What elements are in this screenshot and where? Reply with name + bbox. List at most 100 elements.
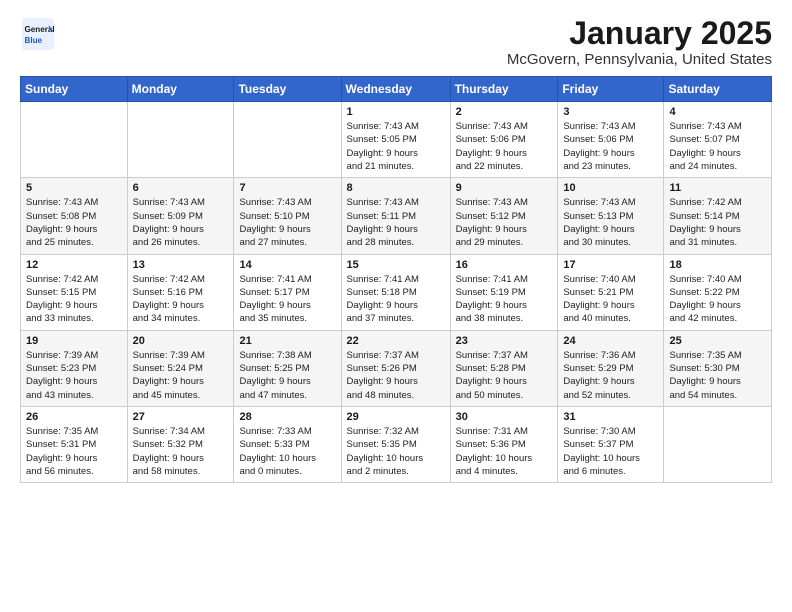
day-number: 23 — [456, 335, 553, 347]
header-cell-thursday: Thursday — [450, 77, 558, 102]
header: General Blue January 2025 McGovern, Penn… — [20, 16, 772, 68]
calendar-cell: 26 Sunrise: 7:35 AM Sunset: 5:31 PM Dayli… — [21, 406, 128, 482]
day-info: Sunrise: 7:37 AM Sunset: 5:26 PM Dayligh… — [347, 349, 445, 402]
day-info: Sunrise: 7:43 AM Sunset: 5:08 PM Dayligh… — [26, 196, 122, 249]
calendar-cell — [664, 406, 772, 482]
day-number: 8 — [347, 182, 445, 194]
calendar-cell: 28 Sunrise: 7:33 AM Sunset: 5:33 PM Dayli… — [234, 406, 341, 482]
day-info: Sunrise: 7:39 AM Sunset: 5:24 PM Dayligh… — [133, 349, 229, 402]
calendar-cell: 19 Sunrise: 7:39 AM Sunset: 5:23 PM Dayli… — [21, 330, 128, 406]
calendar-cell: 6Sunrise: 7:43 AM Sunset: 5:09 PM Daylig… — [127, 178, 234, 254]
day-info: Sunrise: 7:35 AM Sunset: 5:30 PM Dayligh… — [669, 349, 766, 402]
day-info: Sunrise: 7:43 AM Sunset: 5:10 PM Dayligh… — [239, 196, 335, 249]
calendar-cell: 15Sunrise: 7:41 AM Sunset: 5:18 PM Dayli… — [341, 254, 450, 330]
day-number: 27 — [133, 411, 229, 423]
day-info: Sunrise: 7:43 AM Sunset: 5:12 PM Dayligh… — [456, 196, 553, 249]
day-info: Sunrise: 7:42 AM Sunset: 5:14 PM Dayligh… — [669, 196, 766, 249]
day-info: Sunrise: 7:37 AM Sunset: 5:28 PM Dayligh… — [456, 349, 553, 402]
day-info: Sunrise: 7:41 AM Sunset: 5:18 PM Dayligh… — [347, 273, 445, 326]
day-number: 17 — [563, 259, 658, 271]
calendar-header: SundayMondayTuesdayWednesdayThursdayFrid… — [21, 77, 772, 102]
day-number: 1 — [347, 106, 445, 118]
day-number: 5 — [26, 182, 122, 194]
header-cell-sunday: Sunday — [21, 77, 128, 102]
page-title: January 2025 — [507, 16, 772, 51]
day-info: Sunrise: 7:43 AM Sunset: 5:11 PM Dayligh… — [347, 196, 445, 249]
day-number: 14 — [239, 259, 335, 271]
header-cell-friday: Friday — [558, 77, 664, 102]
calendar-cell — [234, 102, 341, 178]
header-cell-monday: Monday — [127, 77, 234, 102]
day-info: Sunrise: 7:43 AM Sunset: 5:06 PM Dayligh… — [563, 120, 658, 173]
day-number: 6 — [133, 182, 229, 194]
day-info: Sunrise: 7:42 AM Sunset: 5:16 PM Dayligh… — [133, 273, 229, 326]
calendar-cell: 13 Sunrise: 7:42 AM Sunset: 5:16 PM Dayli… — [127, 254, 234, 330]
day-number: 30 — [456, 411, 553, 423]
calendar-cell: 17Sunrise: 7:40 AM Sunset: 5:21 PM Dayli… — [558, 254, 664, 330]
day-info: Sunrise: 7:31 AM Sunset: 5:36 PM Dayligh… — [456, 425, 553, 478]
calendar-cell: 12 Sunrise: 7:42 AM Sunset: 5:15 PM Dayli… — [21, 254, 128, 330]
calendar-cell: 18Sunrise: 7:40 AM Sunset: 5:22 PM Dayli… — [664, 254, 772, 330]
day-number: 24 — [563, 335, 658, 347]
calendar-cell: 23 Sunrise: 7:37 AM Sunset: 5:28 PM Dayli… — [450, 330, 558, 406]
calendar-cell: 16 Sunrise: 7:41 AM Sunset: 5:19 PM Dayli… — [450, 254, 558, 330]
day-info: Sunrise: 7:43 AM Sunset: 5:07 PM Dayligh… — [669, 120, 766, 173]
day-number: 28 — [239, 411, 335, 423]
calendar-cell: 9 Sunrise: 7:43 AM Sunset: 5:12 PM Daylig… — [450, 178, 558, 254]
day-number: 3 — [563, 106, 658, 118]
title-block: January 2025 McGovern, Pennsylvania, Uni… — [507, 16, 772, 68]
calendar-cell: 21 Sunrise: 7:38 AM Sunset: 5:25 PM Dayli… — [234, 330, 341, 406]
day-number: 29 — [347, 411, 445, 423]
day-number: 12 — [26, 259, 122, 271]
svg-text:General: General — [25, 25, 55, 34]
day-info: Sunrise: 7:33 AM Sunset: 5:33 PM Dayligh… — [239, 425, 335, 478]
day-number: 10 — [563, 182, 658, 194]
calendar-cell: 20 Sunrise: 7:39 AM Sunset: 5:24 PM Dayli… — [127, 330, 234, 406]
calendar-cell: 11 Sunrise: 7:42 AM Sunset: 5:14 PM Dayli… — [664, 178, 772, 254]
day-number: 9 — [456, 182, 553, 194]
day-number: 13 — [133, 259, 229, 271]
calendar-cell: 2 Sunrise: 7:43 AM Sunset: 5:06 PM Daylig… — [450, 102, 558, 178]
calendar-cell: 14 Sunrise: 7:41 AM Sunset: 5:17 PM Dayli… — [234, 254, 341, 330]
day-info: Sunrise: 7:34 AM Sunset: 5:32 PM Dayligh… — [133, 425, 229, 478]
page-subtitle: McGovern, Pennsylvania, United States — [507, 51, 772, 68]
calendar-cell: 24 Sunrise: 7:36 AM Sunset: 5:29 PM Dayli… — [558, 330, 664, 406]
calendar-cell: 4 Sunrise: 7:43 AM Sunset: 5:07 PM Daylig… — [664, 102, 772, 178]
calendar-cell: 8 Sunrise: 7:43 AM Sunset: 5:11 PM Daylig… — [341, 178, 450, 254]
logo-icon: General Blue — [20, 16, 56, 52]
day-info: Sunrise: 7:42 AM Sunset: 5:15 PM Dayligh… — [26, 273, 122, 326]
calendar-week-4: 19 Sunrise: 7:39 AM Sunset: 5:23 PM Dayli… — [21, 330, 772, 406]
calendar-cell: 5 Sunrise: 7:43 AM Sunset: 5:08 PM Daylig… — [21, 178, 128, 254]
day-number: 21 — [239, 335, 335, 347]
day-info: Sunrise: 7:43 AM Sunset: 5:13 PM Dayligh… — [563, 196, 658, 249]
calendar-cell — [21, 102, 128, 178]
day-info: Sunrise: 7:43 AM Sunset: 5:05 PM Dayligh… — [347, 120, 445, 173]
day-number: 11 — [669, 182, 766, 194]
day-number: 20 — [133, 335, 229, 347]
header-row: SundayMondayTuesdayWednesdayThursdayFrid… — [21, 77, 772, 102]
day-info: Sunrise: 7:41 AM Sunset: 5:17 PM Dayligh… — [239, 273, 335, 326]
header-cell-saturday: Saturday — [664, 77, 772, 102]
day-number: 4 — [669, 106, 766, 118]
day-number: 25 — [669, 335, 766, 347]
day-info: Sunrise: 7:35 AM Sunset: 5:31 PM Dayligh… — [26, 425, 122, 478]
calendar-cell: 30 Sunrise: 7:31 AM Sunset: 5:36 PM Dayli… — [450, 406, 558, 482]
day-number: 18 — [669, 259, 766, 271]
page: General Blue January 2025 McGovern, Penn… — [0, 0, 792, 499]
day-info: Sunrise: 7:38 AM Sunset: 5:25 PM Dayligh… — [239, 349, 335, 402]
day-number: 26 — [26, 411, 122, 423]
day-info: Sunrise: 7:41 AM Sunset: 5:19 PM Dayligh… — [456, 273, 553, 326]
header-cell-tuesday: Tuesday — [234, 77, 341, 102]
calendar-cell: 3 Sunrise: 7:43 AM Sunset: 5:06 PM Daylig… — [558, 102, 664, 178]
day-info: Sunrise: 7:39 AM Sunset: 5:23 PM Dayligh… — [26, 349, 122, 402]
day-number: 16 — [456, 259, 553, 271]
day-number: 19 — [26, 335, 122, 347]
day-info: Sunrise: 7:36 AM Sunset: 5:29 PM Dayligh… — [563, 349, 658, 402]
calendar-week-5: 26 Sunrise: 7:35 AM Sunset: 5:31 PM Dayli… — [21, 406, 772, 482]
calendar-week-2: 5 Sunrise: 7:43 AM Sunset: 5:08 PM Daylig… — [21, 178, 772, 254]
day-info: Sunrise: 7:32 AM Sunset: 5:35 PM Dayligh… — [347, 425, 445, 478]
day-number: 2 — [456, 106, 553, 118]
day-number: 31 — [563, 411, 658, 423]
calendar-week-3: 12 Sunrise: 7:42 AM Sunset: 5:15 PM Dayli… — [21, 254, 772, 330]
day-info: Sunrise: 7:43 AM Sunset: 5:06 PM Dayligh… — [456, 120, 553, 173]
